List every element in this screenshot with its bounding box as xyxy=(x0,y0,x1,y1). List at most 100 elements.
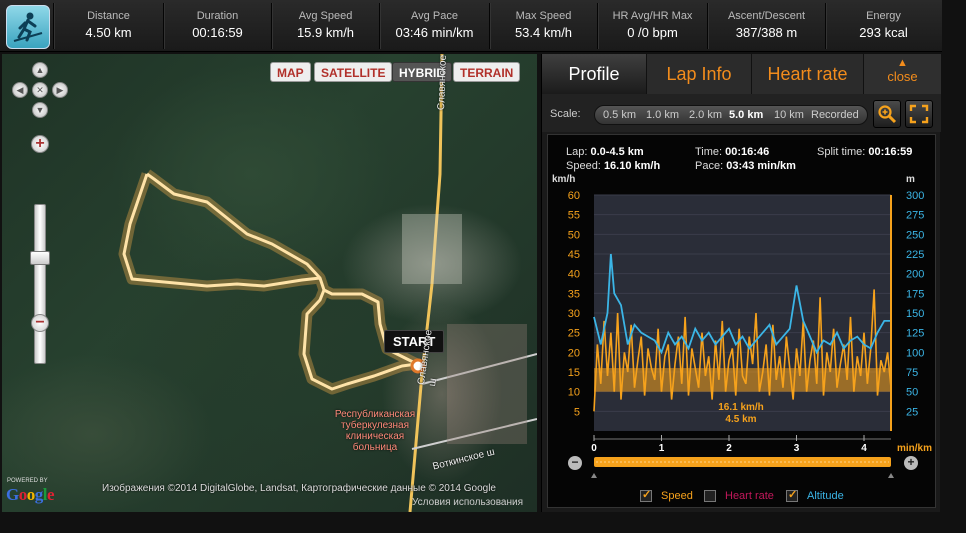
left-tick-label: 30 xyxy=(568,308,580,320)
tab-lap-info[interactable]: Lap Info xyxy=(647,54,752,94)
legend-altitude[interactable]: Altitude xyxy=(786,488,844,502)
scale-option[interactable]: 10 km xyxy=(774,109,804,121)
altitude-checkbox[interactable] xyxy=(786,488,798,502)
legend-speed[interactable]: Speed xyxy=(640,488,693,502)
stat-value: 4.50 km xyxy=(85,25,132,40)
right-tick-label: 300 xyxy=(906,190,924,202)
right-tick-label: 50 xyxy=(906,387,918,399)
stat-label: Distance xyxy=(87,10,130,22)
hospital-line: Республиканская xyxy=(334,409,416,420)
marker-distance-label: 4.5 km xyxy=(725,414,756,425)
stat-energy: Energy 293 kcal xyxy=(825,3,941,49)
panel-tabs: Profile Lap Info Heart rate ▲ close xyxy=(542,54,941,94)
legend-label: Heart rate xyxy=(725,490,774,502)
stat-label: HR Avg/HR Max xyxy=(612,10,693,22)
ski-icon[interactable] xyxy=(6,5,50,49)
map-type-map[interactable]: MAP xyxy=(270,62,311,82)
pan-left-button[interactable]: ◀ xyxy=(12,82,28,98)
zoom-slider-track[interactable] xyxy=(34,204,46,364)
left-tick-label: 45 xyxy=(568,249,580,261)
close-button[interactable]: ▲ close xyxy=(864,54,941,94)
legend-label: Speed xyxy=(661,490,693,502)
magnifier-icon xyxy=(878,105,897,124)
left-tick-label: 20 xyxy=(568,347,580,359)
zoom-chart-button[interactable] xyxy=(873,100,901,128)
urban-area xyxy=(402,214,462,284)
range-handle-right xyxy=(888,473,894,478)
zoom-in-button[interactable]: + xyxy=(31,135,49,153)
tab-heart-rate[interactable]: Heart rate xyxy=(752,54,864,94)
stat-max-speed: Max Speed 53.4 km/h xyxy=(489,3,597,49)
google-logo[interactable]: Google xyxy=(6,485,55,505)
terms-link[interactable]: Условия использования xyxy=(412,497,523,508)
stat-avg-pace: Avg Pace 03:46 min/km xyxy=(379,3,489,49)
stat-heart-rate: HR Avg/HR Max 0 /0 bpm xyxy=(597,3,707,49)
workout-viewer: Distance 4.50 km Duration 00:16:59 Avg S… xyxy=(0,0,966,533)
stat-value: 00:16:59 xyxy=(192,25,243,40)
map-type-terrain[interactable]: TERRAIN xyxy=(453,62,521,82)
stat-distance: Distance 4.50 km xyxy=(53,3,163,49)
map-overlay xyxy=(118,54,537,512)
scale-option[interactable]: 0.5 km xyxy=(603,109,636,121)
scale-row: Scale: 0.5 km 1.0 km 2.0 km 5.0 km 10 km… xyxy=(542,94,941,132)
range-handle-left xyxy=(591,473,597,478)
x-tick-label: 1 xyxy=(659,443,665,454)
stat-label: Energy xyxy=(866,10,901,22)
map-attribution: Изображения ©2014 DigitalGlobe, Landsat,… xyxy=(102,483,496,494)
right-tick-label: 275 xyxy=(906,210,924,222)
legend-heart-rate[interactable]: Heart rate xyxy=(704,490,774,502)
hospital-line: больница xyxy=(352,442,398,453)
profile-chart[interactable]: Lap: 0.0-4.5 km Speed: 16.10 km/h Time: … xyxy=(547,134,936,508)
scale-option[interactable]: Recorded xyxy=(811,109,859,121)
left-tick-label: 50 xyxy=(568,229,580,241)
chevron-up-icon: ▲ xyxy=(897,57,908,69)
legend-label: Altitude xyxy=(807,490,844,502)
x-tick-label: 2 xyxy=(726,443,732,454)
scroll-left-button[interactable]: − xyxy=(568,456,582,470)
expand-icon xyxy=(909,104,929,124)
speed-checkbox[interactable] xyxy=(640,488,652,502)
pan-down-button[interactable]: ▼ xyxy=(32,102,48,118)
right-tick-label: 250 xyxy=(906,229,924,241)
scale-option[interactable]: 2.0 km xyxy=(689,109,722,121)
map-view[interactable]: MAP SATELLITE HYBRID TERRAIN ▲ ◀ ✕ ▶ ▼ +… xyxy=(2,54,537,512)
hospital-line: клиническая xyxy=(345,431,405,442)
right-tick-label: 200 xyxy=(906,269,924,281)
hospital-line: туберкулезная xyxy=(340,420,410,431)
right-tick-label: 75 xyxy=(906,367,918,379)
stat-avg-speed: Avg Speed 15.9 km/h xyxy=(271,3,379,49)
pan-center-button[interactable]: ✕ xyxy=(32,82,48,98)
urban-area xyxy=(447,324,527,444)
right-tick-label: 175 xyxy=(906,288,924,300)
stat-value: 03:46 min/km xyxy=(395,25,474,40)
scale-selector: 0.5 km 1.0 km 2.0 km 5.0 km 10 km Record… xyxy=(594,105,868,125)
zoom-out-button[interactable]: − xyxy=(31,314,49,332)
right-tick-label: 25 xyxy=(906,406,918,418)
x-tick-label: 0 xyxy=(591,443,597,454)
scale-option[interactable]: 1.0 km xyxy=(646,109,679,121)
map-type-satellite[interactable]: SATELLITE xyxy=(314,62,393,82)
left-tick-label: 5 xyxy=(574,406,580,418)
x-tick-label: 3 xyxy=(794,443,800,454)
stat-label: Max Speed xyxy=(515,10,572,22)
scale-label: Scale: xyxy=(550,108,581,120)
stat-label: Avg Pace xyxy=(411,10,458,22)
tab-profile[interactable]: Profile xyxy=(542,54,647,94)
powered-by-label: POWERED BY xyxy=(7,478,48,484)
stats-bar: Distance 4.50 km Duration 00:16:59 Avg S… xyxy=(0,0,942,52)
right-tick-label: 150 xyxy=(906,308,924,320)
x-tick-label: 4 xyxy=(861,443,867,454)
fullscreen-button[interactable] xyxy=(905,100,933,128)
pan-up-button[interactable]: ▲ xyxy=(32,62,48,78)
zoom-slider-thumb[interactable] xyxy=(30,251,50,265)
left-tick-label: 25 xyxy=(568,328,580,340)
heart-rate-checkbox[interactable] xyxy=(704,490,716,502)
chart-svg: km/h m51015202530354045505560255075100125… xyxy=(552,174,932,478)
stat-value: 0 /0 bpm xyxy=(627,25,678,40)
left-tick-label: 15 xyxy=(568,367,580,379)
scroll-right-button[interactable]: + xyxy=(904,456,918,470)
scale-option[interactable]: 5.0 km xyxy=(729,109,763,121)
right-tick-label: 125 xyxy=(906,328,924,340)
marker-speed-label: 16.1 km/h xyxy=(718,402,764,413)
pan-right-button[interactable]: ▶ xyxy=(52,82,68,98)
